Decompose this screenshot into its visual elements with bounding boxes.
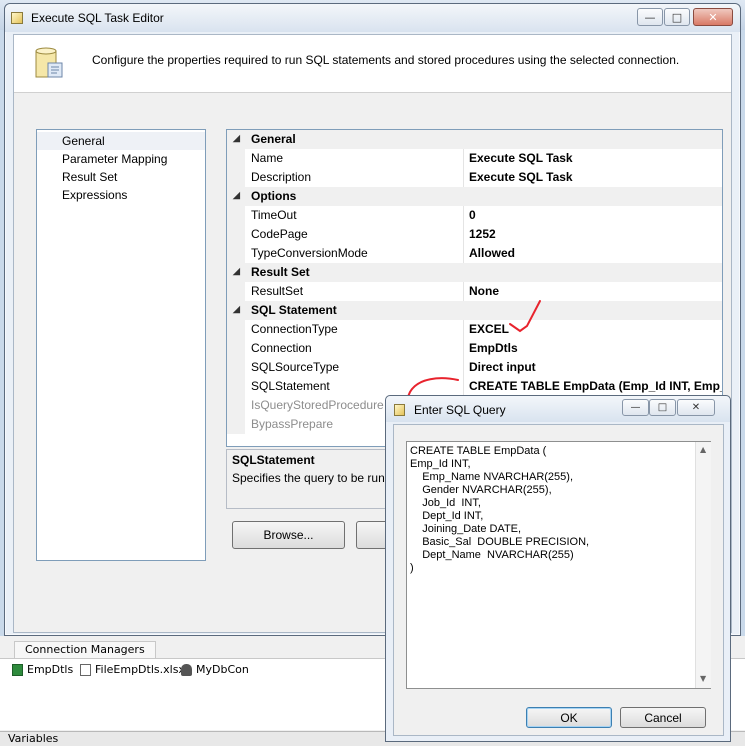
property-row-connectiontype[interactable]: ConnectionType EXCEL [227, 320, 722, 339]
nav-item-parameter-mapping[interactable]: Parameter Mapping [37, 150, 205, 168]
property-name: Description [251, 170, 312, 184]
scroll-down-icon[interactable]: ▼ [700, 674, 706, 683]
collapse-icon[interactable]: ◢ [233, 190, 240, 201]
task-editor-icon [394, 404, 405, 416]
dialog-minimize-button[interactable]: — [622, 399, 649, 416]
nav-item-expressions[interactable]: Expressions [37, 186, 205, 204]
property-value: EmpDtls [469, 341, 518, 355]
page-navigation-list: General Parameter Mapping Result Set Exp… [36, 129, 206, 561]
collapse-icon[interactable]: ◢ [233, 133, 240, 144]
window-title: Execute SQL Task Editor [31, 11, 164, 25]
property-row-resultset[interactable]: ResultSet None [227, 282, 722, 301]
dialog-title-bar[interactable]: Enter SQL Query — □ ✕ [386, 396, 730, 422]
ok-button[interactable]: OK [526, 707, 612, 728]
property-name: SQLStatement [251, 379, 330, 393]
category-label: Result Set [251, 265, 310, 279]
property-row-sqlsourcetype[interactable]: SQLSourceType Direct input [227, 358, 722, 377]
file-connection-icon [80, 663, 91, 676]
property-value: None [469, 284, 499, 298]
db-connection-icon [181, 663, 192, 676]
property-row-codepage[interactable]: CodePage 1252 [227, 225, 722, 244]
property-name: Connection [251, 341, 312, 355]
connection-item-label: EmpDtls [27, 663, 74, 676]
nav-item-result-set[interactable]: Result Set [37, 168, 205, 186]
dialog-title: Enter SQL Query [414, 403, 506, 417]
minimize-button[interactable]: — [637, 8, 663, 26]
vertical-scrollbar[interactable]: ▲ ▼ [695, 442, 711, 688]
property-value: 1252 [469, 227, 496, 241]
dialog-client-area: ▲ ▼ OK Cancel [393, 424, 724, 736]
property-value: Direct input [469, 360, 536, 374]
title-bar[interactable]: Execute SQL Task Editor — □ ✕ [5, 4, 740, 32]
property-name: ConnectionType [251, 322, 338, 336]
header-description: Configure the properties required to run… [92, 53, 680, 67]
property-name: TimeOut [251, 208, 297, 222]
connection-item-mydbcon[interactable]: MyDbCon [181, 663, 249, 676]
scroll-up-icon[interactable]: ▲ [700, 445, 706, 454]
property-name: Name [251, 151, 284, 165]
cancel-button[interactable]: Cancel [620, 707, 706, 728]
property-value: CREATE TABLE EmpData (Emp_Id INT, Emp_N [469, 379, 723, 393]
close-icon: ✕ [708, 10, 718, 24]
close-icon: ✕ [691, 402, 701, 413]
property-value: Allowed [469, 246, 516, 260]
category-sql-statement[interactable]: ◢ SQL Statement [227, 301, 722, 320]
property-row-sqlstatement[interactable]: SQLStatement CREATE TABLE EmpData (Emp_I… [227, 377, 722, 396]
category-label: Options [251, 189, 297, 203]
maximize-button[interactable]: □ [664, 8, 690, 26]
sql-query-textarea[interactable] [410, 445, 690, 685]
property-name: SQLSourceType [251, 360, 340, 374]
maximize-icon: □ [671, 10, 683, 24]
property-row-name[interactable]: Name Execute SQL Task [227, 149, 722, 168]
category-options[interactable]: ◢ Options [227, 187, 722, 206]
property-value: EXCEL [469, 322, 510, 336]
collapse-icon[interactable]: ◢ [233, 266, 240, 277]
maximize-icon: □ [657, 402, 668, 413]
enter-sql-query-dialog: Enter SQL Query — □ ✕ ▲ ▼ OK Cancel [385, 395, 731, 742]
header-band: Configure the properties required to run… [14, 35, 731, 93]
connection-item-file[interactable]: FileEmpDtls.xlsx [80, 663, 185, 676]
dialog-close-button[interactable]: ✕ [677, 399, 715, 416]
connection-item-label: FileEmpDtls.xlsx [95, 663, 185, 676]
property-value: Execute SQL Task [469, 151, 573, 165]
property-row-connection[interactable]: Connection EmpDtls [227, 339, 722, 358]
property-name: TypeConversionMode [251, 246, 368, 260]
category-label: SQL Statement [251, 303, 337, 317]
category-general[interactable]: ◢ General [227, 130, 722, 149]
category-result-set[interactable]: ◢ Result Set [227, 263, 722, 282]
task-editor-icon [11, 12, 23, 24]
property-row-typeconversionmode[interactable]: TypeConversionMode Allowed [227, 244, 722, 263]
category-label: General [251, 132, 296, 146]
property-name: CodePage [251, 227, 308, 241]
minimize-icon: — [644, 10, 656, 24]
connection-item-label: MyDbCon [196, 663, 249, 676]
collapse-icon[interactable]: ◢ [233, 304, 240, 315]
connection-item-empdtls[interactable]: EmpDtls [12, 663, 73, 676]
browse-button[interactable]: Browse... [232, 521, 345, 549]
sql-query-editor: ▲ ▼ [406, 441, 711, 689]
property-value: Execute SQL Task [469, 170, 573, 184]
property-value: 0 [469, 208, 476, 222]
description-title: SQLStatement [232, 453, 315, 467]
task-editor-icon [35, 47, 63, 78]
close-button[interactable]: ✕ [693, 8, 733, 26]
dialog-maximize-button[interactable]: □ [649, 399, 676, 416]
property-name: ResultSet [251, 284, 304, 298]
minimize-icon: — [630, 402, 641, 413]
property-row-timeout[interactable]: TimeOut 0 [227, 206, 722, 225]
excel-connection-icon [12, 663, 23, 676]
connection-managers-tab[interactable]: Connection Managers [14, 641, 156, 659]
nav-item-general[interactable]: General [37, 132, 205, 150]
property-row-description[interactable]: Description Execute SQL Task [227, 168, 722, 187]
